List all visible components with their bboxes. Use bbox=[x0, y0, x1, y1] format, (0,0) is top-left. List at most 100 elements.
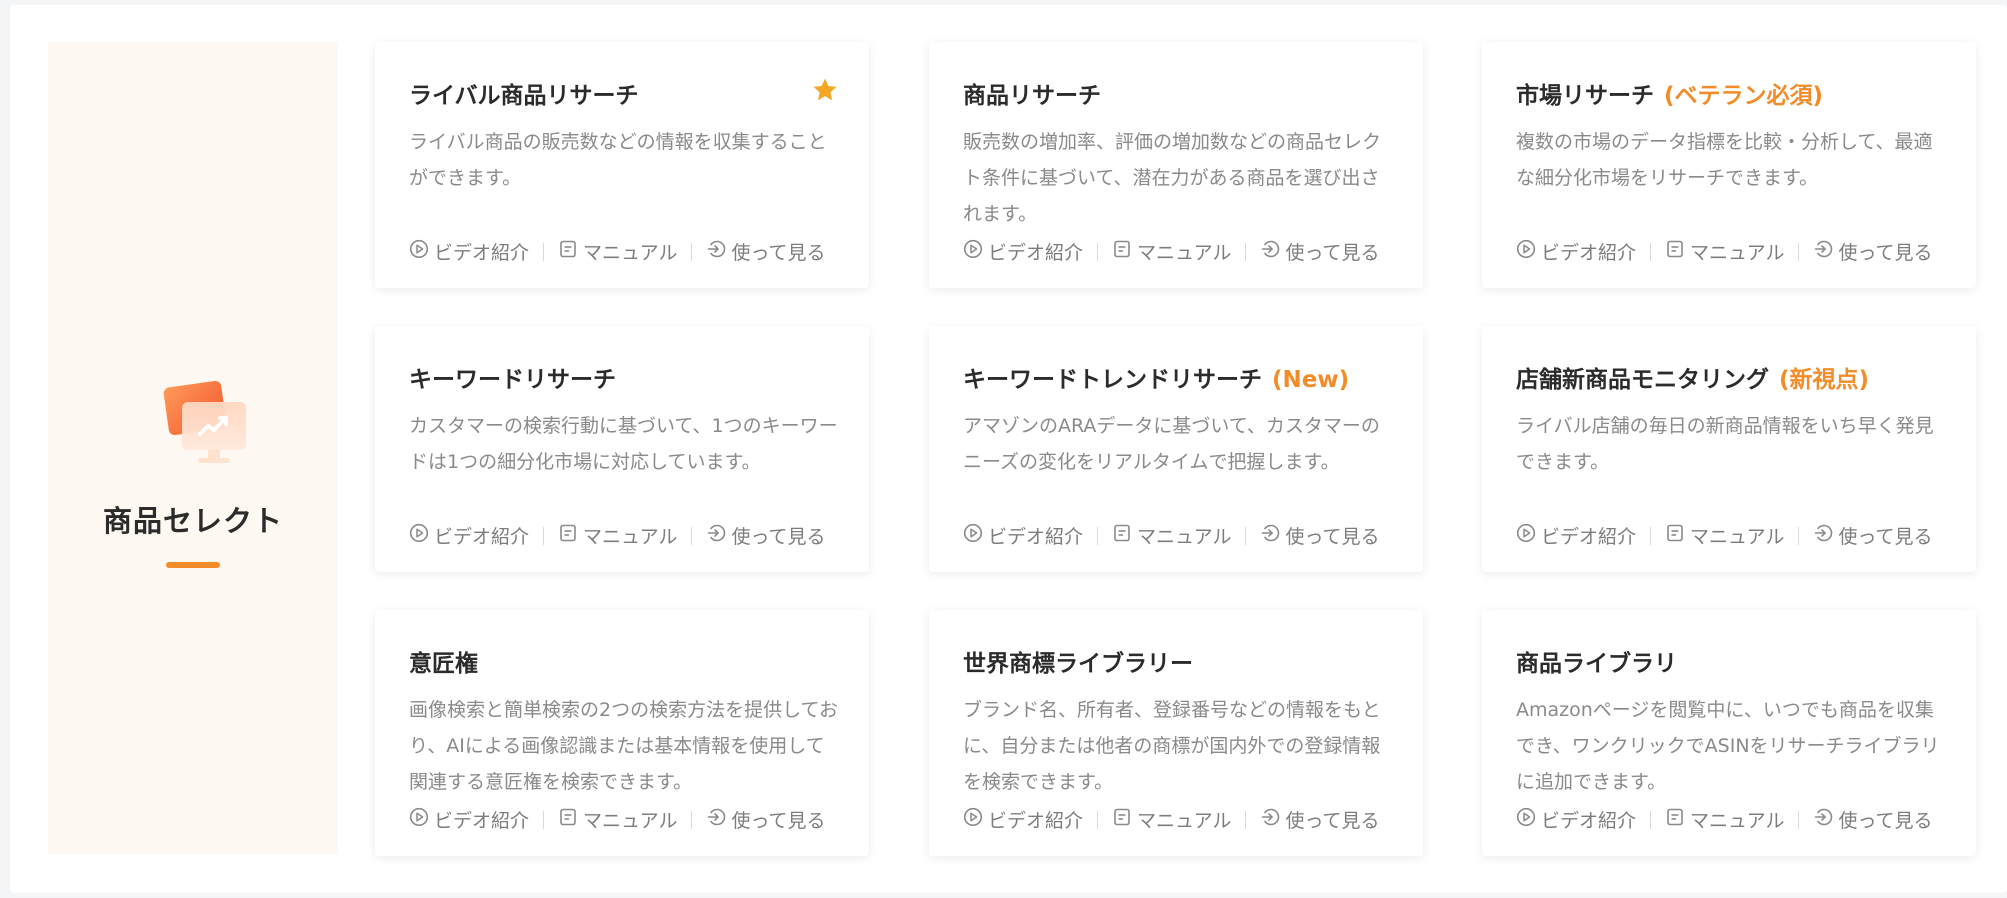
document-icon bbox=[1112, 523, 1137, 548]
card-title: キーワードトレンドリサーチ (New) bbox=[963, 360, 1349, 394]
manual-label: マニュアル bbox=[1690, 810, 1785, 832]
document-icon bbox=[558, 523, 583, 548]
tool-card[interactable]: 市場リサーチ (ベテラン必須) 複数の市場のデータ指標を比較・分析して、最適な細分… bbox=[1482, 42, 1976, 288]
try-it-label: 使って見る bbox=[1285, 810, 1380, 832]
enter-arrow-icon bbox=[1260, 807, 1285, 832]
card-title-text: 店舗新商品モニタリング bbox=[1516, 367, 1769, 393]
tool-card[interactable]: 店舗新商品モニタリング (新視点) ライバル店舗の毎日の新商品情報をいち早く発見で… bbox=[1482, 326, 1976, 572]
video-intro-link[interactable]: ビデオ紹介 bbox=[1516, 522, 1636, 549]
try-it-link[interactable]: 使って見る bbox=[706, 238, 826, 265]
card-title-text: 商品リサーチ bbox=[963, 83, 1101, 109]
video-intro-link[interactable]: ビデオ紹介 bbox=[1516, 238, 1636, 265]
manual-link[interactable]: マニュアル bbox=[558, 806, 677, 833]
card-description: ライバル商品の販売数などの情報を収集することができます。 bbox=[409, 131, 827, 189]
document-icon bbox=[1112, 807, 1137, 832]
card-tag: (New) bbox=[1272, 367, 1350, 393]
video-intro-link[interactable]: ビデオ紹介 bbox=[963, 238, 1083, 265]
try-it-label: 使って見る bbox=[1838, 242, 1933, 264]
card-title: 世界商標ライブラリー bbox=[963, 644, 1193, 678]
tool-card[interactable]: キーワードリサーチ カスタマーの検索行動に基づいて、1つのキーワードは1つの細分… bbox=[375, 326, 869, 572]
video-intro-link[interactable]: ビデオ紹介 bbox=[1516, 806, 1636, 833]
manual-label: マニュアル bbox=[583, 810, 678, 832]
video-intro-link[interactable]: ビデオ紹介 bbox=[409, 806, 529, 833]
link-divider bbox=[1097, 526, 1099, 545]
try-it-link[interactable]: 使って見る bbox=[1260, 806, 1380, 833]
document-icon bbox=[1665, 239, 1690, 264]
card-description: Amazonページを閲覧中に、いつでも商品を収集でき、ワンクリックでASINをリ… bbox=[1516, 699, 1940, 793]
tool-card[interactable]: 商品リサーチ 販売数の増加率、評価の増加数などの商品セレクト条件に基づいて、潜在… bbox=[929, 42, 1423, 288]
card-links: ビデオ紹介 マニュアル 使って見る bbox=[963, 522, 1380, 549]
try-it-link[interactable]: 使って見る bbox=[1260, 238, 1380, 265]
link-divider bbox=[691, 526, 693, 545]
manual-label: マニュアル bbox=[1690, 526, 1785, 548]
try-it-link[interactable]: 使って見る bbox=[1260, 522, 1380, 549]
favorite-star-icon[interactable] bbox=[811, 76, 839, 104]
card-title-text: 世界商標ライブラリー bbox=[963, 651, 1193, 677]
card-title: 店舗新商品モニタリング (新視点) bbox=[1516, 360, 1869, 394]
manual-link[interactable]: マニュアル bbox=[1112, 522, 1231, 549]
enter-arrow-icon bbox=[1813, 807, 1838, 832]
tool-card[interactable]: 商品ライブラリ Amazonページを閲覧中に、いつでも商品を収集でき、ワンクリッ… bbox=[1482, 610, 1976, 856]
try-it-link[interactable]: 使って見る bbox=[1813, 522, 1933, 549]
play-circle-icon bbox=[1516, 807, 1541, 832]
manual-link[interactable]: マニュアル bbox=[1112, 806, 1231, 833]
try-it-link[interactable]: 使って見る bbox=[706, 522, 826, 549]
tool-card[interactable]: 世界商標ライブラリー ブランド名、所有者、登録番号などの情報をもとに、自分または… bbox=[929, 610, 1423, 856]
link-divider bbox=[1650, 810, 1652, 829]
manual-label: マニュアル bbox=[583, 526, 678, 548]
try-it-label: 使って見る bbox=[1838, 526, 1933, 548]
manual-link[interactable]: マニュアル bbox=[1665, 522, 1784, 549]
card-links: ビデオ紹介 マニュアル 使って見る bbox=[963, 806, 1380, 833]
manual-link[interactable]: マニュアル bbox=[1112, 238, 1231, 265]
card-title: 市場リサーチ (ベテラン必須) bbox=[1516, 76, 1823, 110]
manual-label: マニュアル bbox=[1690, 242, 1785, 264]
manual-label: マニュアル bbox=[583, 242, 678, 264]
try-it-link[interactable]: 使って見る bbox=[706, 806, 826, 833]
video-intro-label: ビデオ紹介 bbox=[1541, 526, 1637, 548]
card-description: ブランド名、所有者、登録番号などの情報をもとに、自分または他者の商標が国内外での… bbox=[963, 699, 1381, 793]
try-it-label: 使って見る bbox=[731, 526, 826, 548]
enter-arrow-icon bbox=[1813, 239, 1838, 264]
manual-link[interactable]: マニュアル bbox=[558, 522, 677, 549]
manual-link[interactable]: マニュアル bbox=[1665, 806, 1784, 833]
link-divider bbox=[1798, 526, 1800, 545]
card-links: ビデオ紹介 マニュアル 使って見る bbox=[1516, 806, 1933, 833]
video-intro-link[interactable]: ビデオ紹介 bbox=[963, 522, 1083, 549]
enter-arrow-icon bbox=[1260, 523, 1285, 548]
link-divider bbox=[1650, 526, 1652, 545]
link-divider bbox=[1798, 242, 1800, 261]
try-it-link[interactable]: 使って見る bbox=[1813, 806, 1933, 833]
manual-link[interactable]: マニュアル bbox=[1665, 238, 1784, 265]
enter-arrow-icon bbox=[1260, 239, 1285, 264]
card-title-text: キーワードトレンドリサーチ bbox=[963, 367, 1262, 393]
video-intro-link[interactable]: ビデオ紹介 bbox=[409, 238, 529, 265]
try-it-link[interactable]: 使って見る bbox=[1813, 238, 1933, 265]
card-description: 販売数の増加率、評価の増加数などの商品セレクト条件に基づいて、潜在力がある商品を… bbox=[963, 131, 1382, 225]
tool-card[interactable]: キーワードトレンドリサーチ (New) アマゾンのARAデータに基づいて、カスタマ… bbox=[929, 326, 1423, 572]
play-circle-icon bbox=[409, 807, 434, 832]
enter-arrow-icon bbox=[706, 239, 731, 264]
tool-card[interactable]: ライバル商品リサーチ ライバル商品の販売数などの情報を収集することができます。 … bbox=[375, 42, 869, 288]
video-intro-link[interactable]: ビデオ紹介 bbox=[963, 806, 1083, 833]
link-divider bbox=[691, 810, 693, 829]
enter-arrow-icon bbox=[1813, 523, 1838, 548]
play-circle-icon bbox=[409, 523, 434, 548]
card-links: ビデオ紹介 マニュアル 使って見る bbox=[409, 522, 826, 549]
card-description: カスタマーの検索行動に基づいて、1つのキーワードは1つの細分化市場に対応していま… bbox=[409, 415, 838, 473]
manual-label: マニュアル bbox=[1137, 242, 1232, 264]
video-intro-label: ビデオ紹介 bbox=[1541, 242, 1637, 264]
video-intro-label: ビデオ紹介 bbox=[434, 526, 530, 548]
tool-card[interactable]: 意匠権 画像検索と簡単検索の2つの検索方法を提供しており、AIによる画像認識また… bbox=[375, 610, 869, 856]
link-divider bbox=[543, 526, 545, 545]
manual-link[interactable]: マニュアル bbox=[558, 238, 677, 265]
document-icon bbox=[558, 239, 583, 264]
card-links: ビデオ紹介 マニュアル 使って見る bbox=[963, 238, 1380, 265]
card-title-text: キーワードリサーチ bbox=[409, 367, 616, 393]
card-tag: (ベテラン必須) bbox=[1664, 83, 1824, 109]
video-intro-label: ビデオ紹介 bbox=[434, 242, 530, 264]
manual-label: マニュアル bbox=[1137, 810, 1232, 832]
video-intro-link[interactable]: ビデオ紹介 bbox=[409, 522, 529, 549]
card-title-text: 意匠権 bbox=[409, 651, 478, 677]
link-divider bbox=[1650, 242, 1652, 261]
card-description: 画像検索と簡単検索の2つの検索方法を提供しており、AIによる画像認識または基本情… bbox=[409, 699, 838, 793]
